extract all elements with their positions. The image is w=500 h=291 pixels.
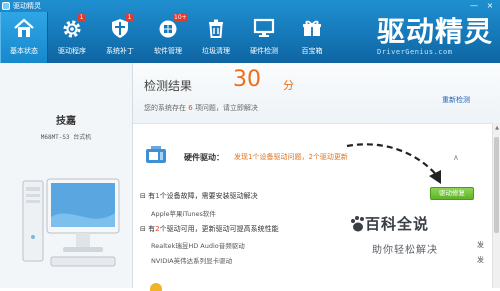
hardware-driver-title: 硬件驱动： <box>184 153 224 162</box>
scroll-thumb[interactable] <box>494 137 499 233</box>
list-item: Realtek瑞昱HD Audio音频驱动 <box>151 242 245 250</box>
close-button[interactable]: × <box>483 1 497 10</box>
nav-label: 驱动程序 <box>58 47 86 55</box>
watermark-title: 百科全说 <box>365 215 430 233</box>
machine-model: M68MT-S3 台式机 <box>40 134 92 141</box>
nav-junk-cleanup[interactable]: 垃圾清理 <box>192 12 240 63</box>
item-action[interactable]: 发 <box>477 240 484 250</box>
nav-badge: 1 <box>77 13 86 22</box>
window-title: 驱动精灵 <box>13 2 41 10</box>
group-suffix: 个驱动可用，更新驱动可提高系统性能 <box>159 225 279 233</box>
result-desc-suffix: 项问题，请立即解决 <box>194 104 258 112</box>
brand-logo-lettering: 驱动精灵 <box>377 15 493 46</box>
nav-label: 软件管理 <box>154 47 182 55</box>
collapse-chevron-icon[interactable]: ∧ <box>453 153 459 162</box>
nav-basic-status[interactable]: 基本状态 <box>0 12 48 63</box>
toolbox-icon <box>303 20 321 36</box>
next-section-icon <box>150 283 162 291</box>
driver-update-group[interactable]: ⊟ 有2个驱动可用，更新驱动可提高系统性能 <box>140 224 279 234</box>
nav-label: 基本状态 <box>10 47 38 55</box>
manufacturer-name: 技嘉 <box>56 116 76 127</box>
top-header: 驱动精灵 — × 基本状态 1 驱动程序 1 系统补丁 10+ 软件管理 垃圾清… <box>0 0 500 63</box>
list-item: Apple苹果iTunes软件 <box>151 210 216 218</box>
watermark-subtitle: 助你轻松解决 <box>372 245 438 256</box>
scrollbar[interactable]: ▲ <box>492 123 500 288</box>
result-title: 检测结果 <box>144 79 193 93</box>
main-nav: 基本状态 1 驱动程序 1 系统补丁 10+ 软件管理 垃圾清理 硬件检测 百宝… <box>0 12 336 63</box>
trash-icon <box>209 19 223 38</box>
group-toggle-icon[interactable]: ⊟ <box>140 225 146 233</box>
scroll-up-icon[interactable]: ▲ <box>493 125 500 131</box>
nav-badge: 1 <box>125 13 134 22</box>
dashed-arrow-annotation <box>346 143 441 184</box>
nav-label: 硬件检测 <box>250 47 278 55</box>
nav-system-patch[interactable]: 1 系统补丁 <box>96 12 144 63</box>
title-bar: 驱动精灵 — × <box>0 0 500 12</box>
driver-repair-button[interactable]: 驱动修复 <box>430 187 474 200</box>
nav-toolbox[interactable]: 百宝箱 <box>288 12 336 63</box>
hardware-driver-icon <box>146 146 166 163</box>
left-panel: 技嘉 M68MT-S3 台式机 <box>0 63 133 288</box>
desktop-computer-icon <box>22 178 120 267</box>
scan-result-bar: 检测结果 30 分 您的系统存在 6 项问题，请立即解决 重新检测 <box>133 63 500 124</box>
svg-text:驱动精灵: 驱动精灵 <box>377 15 493 46</box>
issue-count: 6 <box>188 104 193 112</box>
nav-label: 垃圾清理 <box>202 47 230 55</box>
nav-hardware-check[interactable]: 硬件检测 <box>240 12 288 63</box>
nav-label: 系统补丁 <box>106 47 134 55</box>
result-desc-prefix: 您的系统存在 <box>144 104 186 112</box>
nav-software-manager[interactable]: 10+ 软件管理 <box>144 12 192 63</box>
device-fault-group[interactable]: ⊟ 有1个设备故障，需要安装驱动解决 <box>140 191 258 201</box>
health-score-unit: 分 <box>283 79 294 92</box>
group-suffix: 个设备故障，需要安装驱动解决 <box>159 192 258 200</box>
nav-badge: 10+ <box>173 13 188 22</box>
result-description: 您的系统存在 6 项问题，请立即解决 <box>144 103 258 113</box>
nav-label: 百宝箱 <box>301 47 323 55</box>
group-toggle-icon[interactable]: ⊟ <box>140 192 146 200</box>
paw-logo-icon <box>351 216 364 232</box>
monitor-icon <box>253 18 275 37</box>
item-action[interactable]: 发 <box>477 255 484 265</box>
nav-drivers[interactable]: 1 驱动程序 <box>48 12 96 63</box>
list-item: NVIDIA英伟达系列显卡驱动 <box>151 257 233 265</box>
brand-url: DriverGenius.com <box>377 48 453 56</box>
watermark: 百科全说 助你轻松解决 <box>350 213 458 265</box>
health-score: 30 <box>233 67 261 92</box>
home-icon <box>14 18 34 37</box>
hardware-driver-summary: 发现1个设备驱动问题，2个驱动更新 <box>234 153 348 161</box>
app-small-logo-icon <box>2 2 10 10</box>
brand-logo: 驱动精灵 DriverGenius.com <box>375 14 497 60</box>
minimize-button[interactable]: — <box>467 1 481 10</box>
rescan-link[interactable]: 重新检测 <box>442 95 470 105</box>
